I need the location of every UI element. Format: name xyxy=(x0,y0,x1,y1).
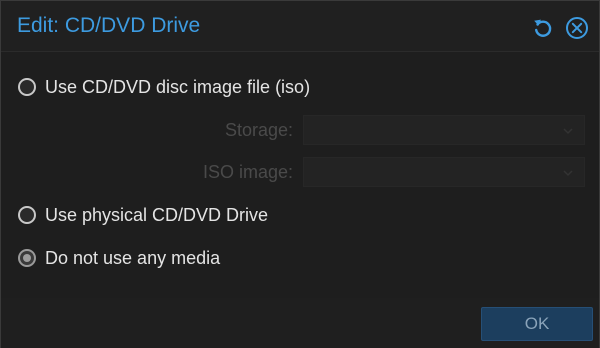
dialog-title: Edit: CD/DVD Drive xyxy=(17,14,201,37)
storage-label: Storage: xyxy=(224,120,293,140)
iso-image-field: ISO image: xyxy=(1,157,599,187)
radio-no-media[interactable] xyxy=(18,249,36,267)
reset-icon-glyph xyxy=(534,19,552,37)
option-iso-image-label: Use CD/DVD disc image file (iso) xyxy=(45,76,311,97)
close-icon[interactable] xyxy=(565,16,589,40)
chevron-down-icon xyxy=(563,170,573,177)
option-physical-drive[interactable]: Use physical CD/DVD Drive xyxy=(18,202,268,228)
option-iso-image[interactable]: Use CD/DVD disc image file (iso) xyxy=(18,74,310,100)
ok-button[interactable]: OK xyxy=(481,307,593,341)
radio-iso-image[interactable] xyxy=(18,78,36,96)
close-icon-glyph xyxy=(566,17,588,39)
option-no-media-label: Do not use any media xyxy=(45,247,221,268)
radio-physical-drive[interactable] xyxy=(18,206,36,224)
iso-image-label: ISO image: xyxy=(202,162,293,182)
dialog-footer: OK xyxy=(1,298,599,348)
reset-icon[interactable] xyxy=(531,16,555,40)
dialog-header: Edit: CD/DVD Drive xyxy=(1,1,599,51)
storage-field: Storage: xyxy=(1,115,599,145)
cd-dvd-drive-dialog: Edit: CD/DVD Drive Use CD/DVD disc image… xyxy=(0,0,600,348)
option-physical-drive-label: Use physical CD/DVD Drive xyxy=(45,204,269,225)
option-no-media[interactable]: Do not use any media xyxy=(18,245,220,271)
chevron-down-icon xyxy=(563,128,573,135)
storage-select[interactable] xyxy=(303,115,585,145)
dialog-body: Use CD/DVD disc image file (iso) Storage… xyxy=(1,51,599,299)
iso-image-select[interactable] xyxy=(303,157,585,187)
